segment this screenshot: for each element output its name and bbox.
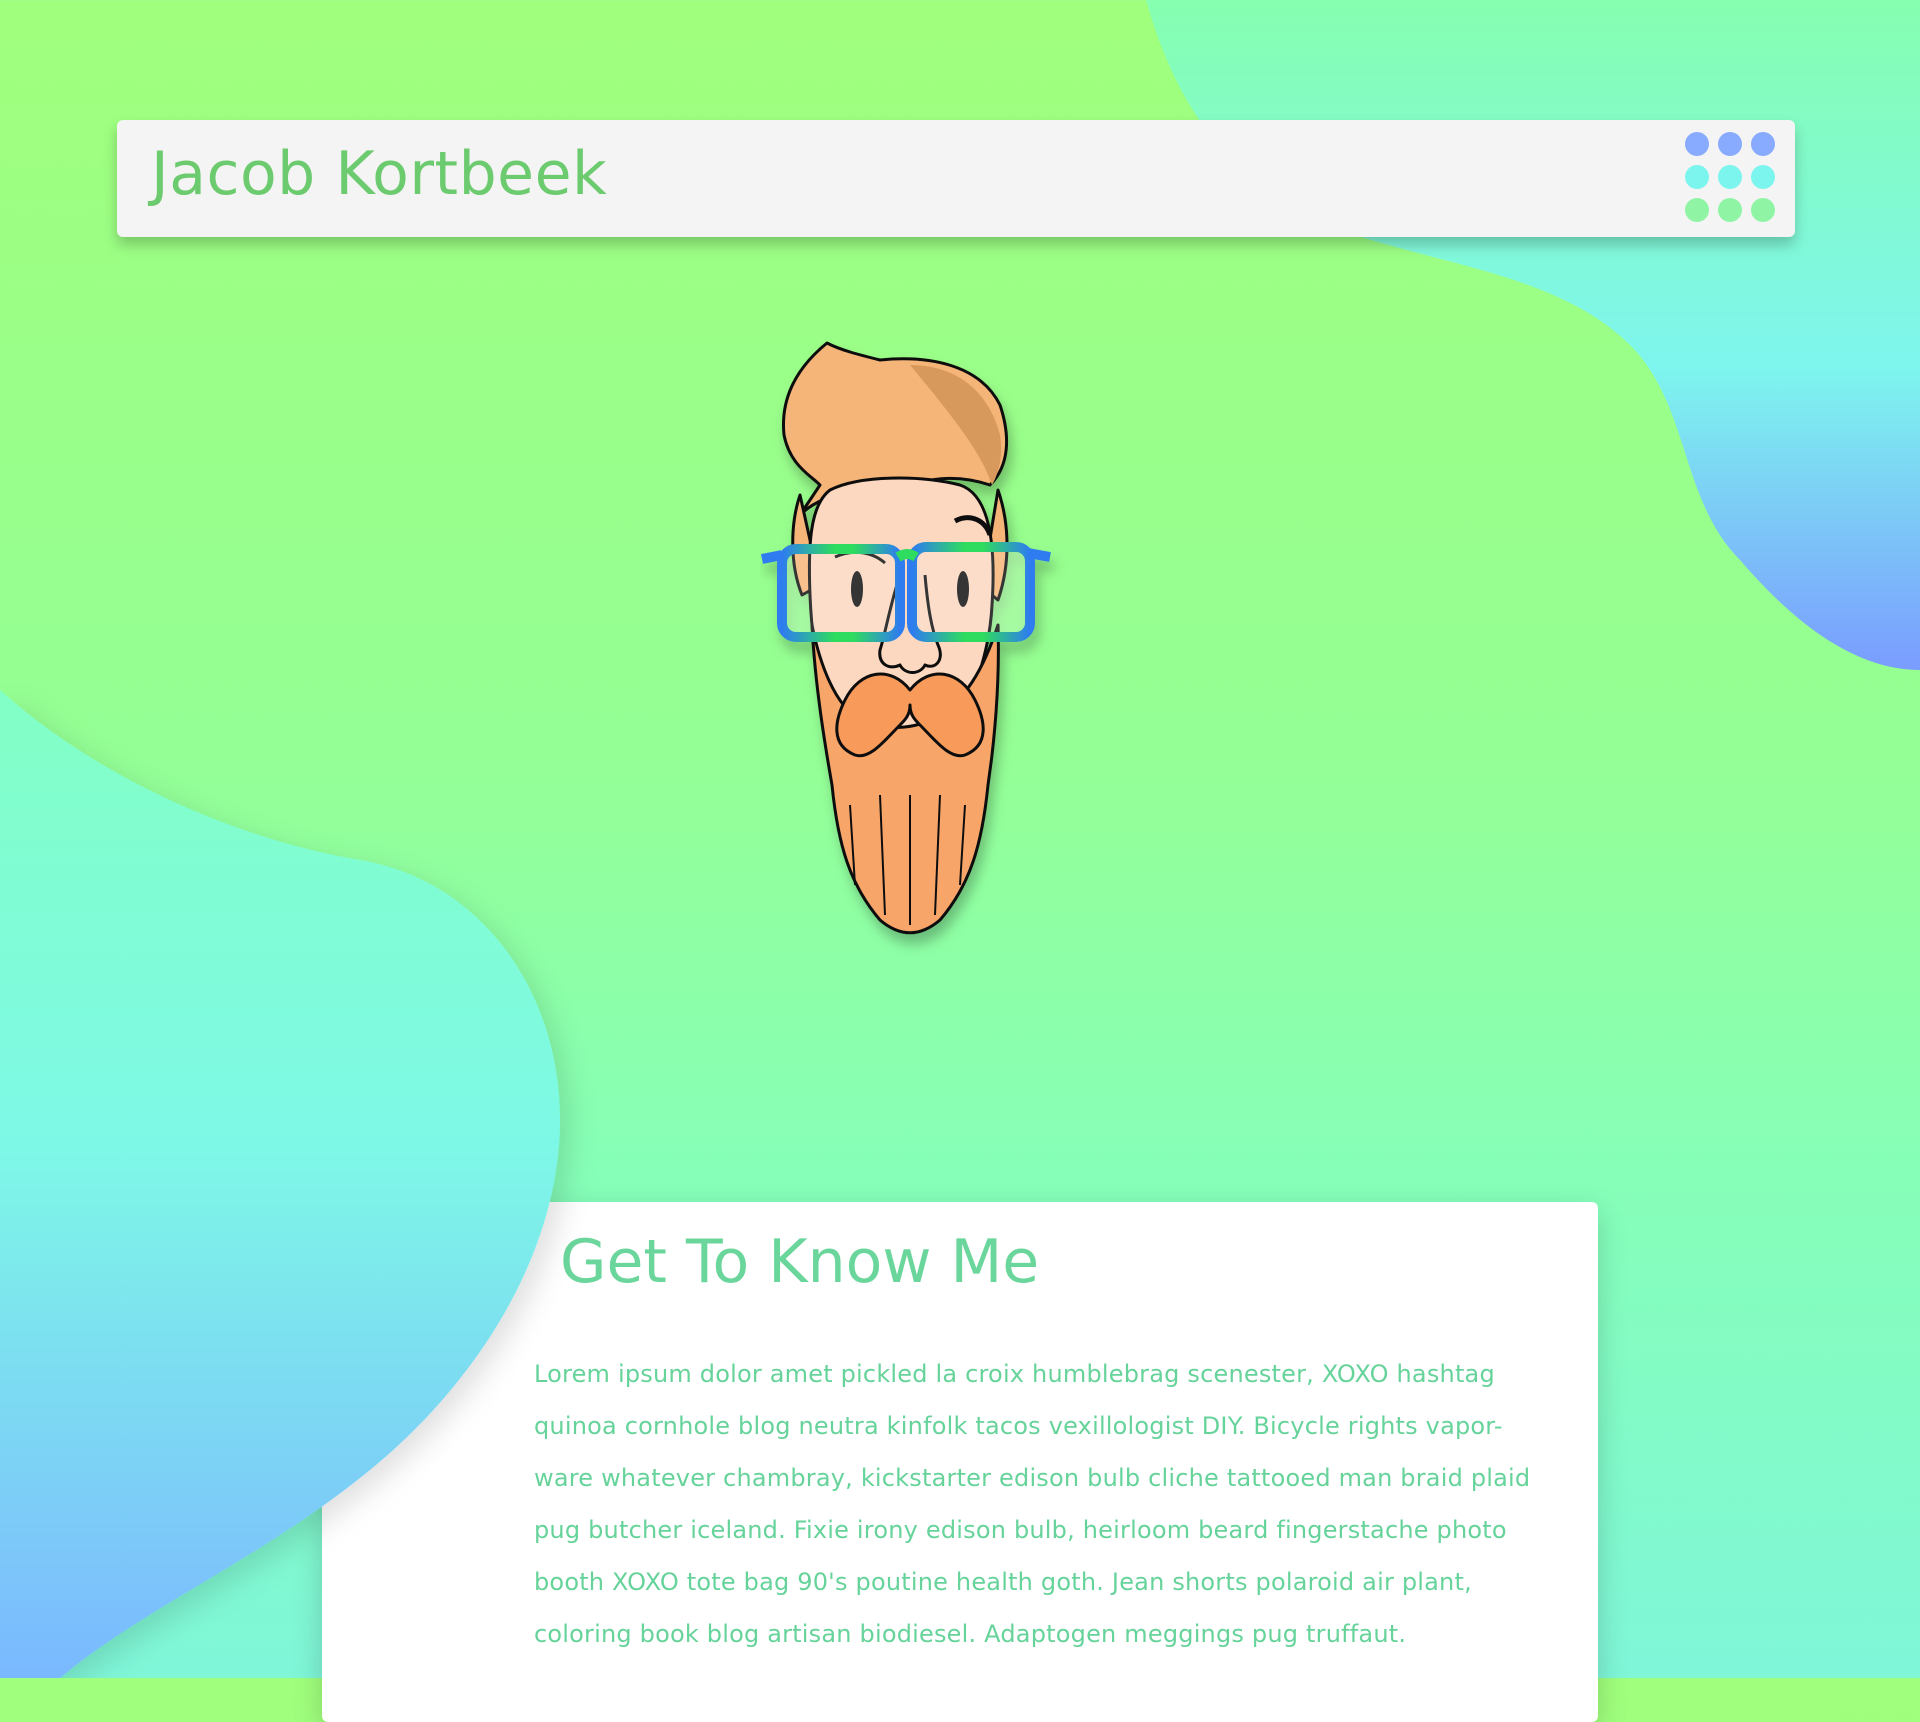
menu-dot: [1718, 165, 1742, 189]
menu-dot: [1718, 198, 1742, 222]
about-card: Get To Know Me Lorem ipsum dolor amet pi…: [322, 1202, 1598, 1722]
about-line: quinoa cornhole blog neutra kinfolk taco…: [534, 1412, 1503, 1440]
about-body: Lorem ipsum dolor amet pickled la croix …: [534, 1348, 1574, 1660]
bearded-man-illustration: [761, 341, 1051, 935]
menu-dot: [1685, 165, 1709, 189]
site-title[interactable]: Jacob Kortbeek: [151, 138, 607, 210]
about-line: Lorem ipsum dolor amet pickled la croix …: [534, 1360, 1495, 1388]
top-bar: Jacob Kortbeek: [117, 120, 1795, 237]
menu-dot: [1751, 165, 1775, 189]
menu-dot: [1751, 132, 1775, 156]
about-line: booth XOXO tote bag 90's poutine health …: [534, 1568, 1472, 1596]
grid-menu-icon[interactable]: [1685, 132, 1775, 222]
about-title: Get To Know Me: [560, 1227, 1040, 1297]
menu-dot: [1685, 198, 1709, 222]
about-line: pug butcher iceland. Fixie irony edison …: [534, 1516, 1507, 1544]
about-line: ware whatever chambray, kickstarter edis…: [534, 1464, 1531, 1492]
menu-dot: [1751, 198, 1775, 222]
menu-dot: [1718, 132, 1742, 156]
top-right-blob: [1146, 0, 1920, 670]
menu-dot: [1685, 132, 1709, 156]
about-line: coloring book blog artisan biodiesel. Ad…: [534, 1620, 1407, 1648]
